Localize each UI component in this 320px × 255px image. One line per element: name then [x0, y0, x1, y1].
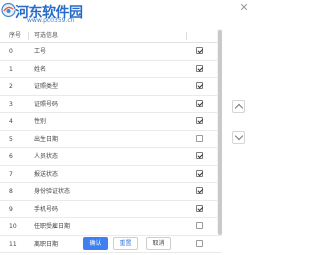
header-divider [186, 32, 187, 40]
row-checkbox[interactable] [196, 169, 203, 177]
row-label: 人员状态 [34, 153, 59, 160]
row-index: 6 [9, 153, 13, 160]
row-label: 任职受雇日期 [34, 223, 71, 230]
row-checkbox[interactable] [196, 82, 203, 89]
row-index: 7 [9, 170, 13, 178]
watermark-url: www.pc0359.cn [27, 17, 75, 24]
table-row[interactable]: 9 手机号码 [0, 201, 222, 218]
row-checkbox[interactable] [196, 117, 203, 124]
close-icon[interactable]: ✕ [238, 2, 250, 14]
header-divider [28, 32, 29, 40]
header-index: 序号 [9, 32, 22, 39]
reset-button[interactable]: 重置 [113, 237, 138, 250]
row-checkbox[interactable] [196, 204, 203, 212]
row-index: 9 [9, 205, 13, 213]
row-index: 3 [9, 100, 13, 108]
table-row[interactable]: 1 姓名 [0, 61, 222, 78]
row-checkbox[interactable] [196, 222, 203, 229]
row-index: 8 [9, 188, 13, 195]
table-row[interactable]: 2 证照类型 [0, 78, 222, 96]
cancel-button[interactable]: 取消 [146, 237, 171, 250]
row-index: 0 [9, 48, 13, 55]
move-up-button[interactable] [232, 100, 245, 113]
table-header: 序号 可选信息 [0, 29, 222, 43]
watermark-logo-icon [1, 2, 16, 18]
row-index: 4 [9, 118, 13, 125]
row-index: 1 [9, 65, 13, 73]
header-name: 可选信息 [34, 32, 59, 39]
table-row[interactable]: 11 离职日期 [0, 236, 222, 253]
row-checkbox[interactable] [196, 152, 203, 159]
row-label: 工号 [34, 48, 47, 55]
row-label: 身份验证状态 [34, 188, 71, 195]
row-checkbox[interactable] [196, 239, 203, 247]
row-checkbox[interactable] [196, 134, 203, 142]
table-row[interactable]: 5 出生日期 [0, 131, 222, 148]
row-checkbox[interactable] [196, 64, 203, 72]
table-row[interactable]: 0 工号 [0, 43, 222, 61]
move-down-button[interactable] [232, 131, 245, 144]
confirm-button[interactable]: 确认 [83, 237, 108, 250]
table-row[interactable]: 8 身份验证状态 [0, 183, 222, 201]
table-row[interactable]: 6 人员状态 [0, 148, 222, 166]
row-label: 离职日期 [34, 240, 59, 248]
table-row[interactable]: 4 性别 [0, 113, 222, 131]
table-row[interactable]: 7 报送状态 [0, 166, 222, 183]
row-label: 性别 [34, 118, 47, 125]
row-label: 报送状态 [34, 170, 59, 178]
column-settings-dialog: 河东软件园 www.pc0359.cn ✕ 序号 可选信息 0 工号 1 姓名 2 证照类… [0, 0, 255, 255]
row-index: 10 [9, 223, 17, 230]
row-checkbox[interactable] [196, 47, 203, 54]
scrollbar-thumb[interactable] [218, 30, 222, 235]
arrow-up-icon [234, 103, 244, 113]
arrow-down-icon [234, 131, 244, 141]
row-checkbox[interactable] [196, 99, 203, 107]
table-row[interactable]: 10 任职受雇日期 [0, 218, 222, 236]
row-label: 手机号码 [34, 205, 59, 213]
row-index: 5 [9, 135, 13, 143]
row-label: 出生日期 [34, 135, 59, 143]
column-options-table: 序号 可选信息 0 工号 1 姓名 2 证照类型 3 证照号码 4 性别 5 出生日期 6 人员状态 7 报送… [0, 29, 222, 253]
row-label: 证照类型 [34, 83, 59, 90]
row-index: 2 [9, 83, 13, 90]
row-label: 证照号码 [34, 100, 59, 108]
table-row[interactable]: 3 证照号码 [0, 96, 222, 113]
row-label: 姓名 [34, 65, 47, 73]
row-checkbox[interactable] [196, 187, 203, 194]
row-index: 11 [9, 240, 17, 248]
